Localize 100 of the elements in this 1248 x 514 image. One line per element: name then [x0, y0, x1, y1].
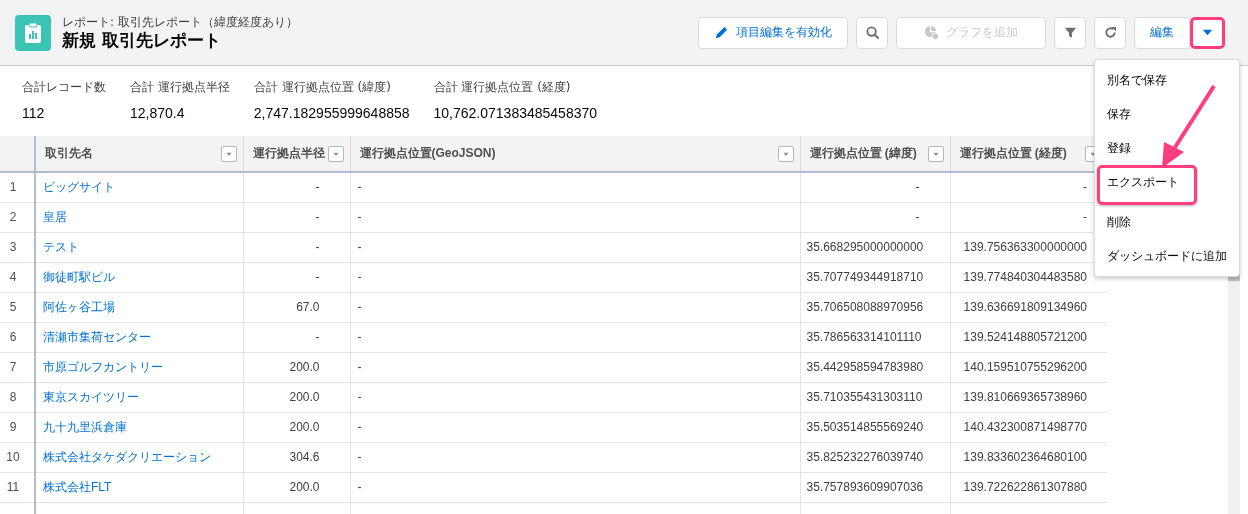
row-number: 10: [6, 450, 20, 464]
row-number: 4: [9, 270, 17, 284]
report-type-label: レポート: 取引先レポート（緯度経度あり）: [62, 14, 298, 30]
column-menu-button[interactable]: [220, 145, 237, 162]
table-cell: 67.0: [296, 300, 320, 314]
table-cell: 35.442958594783980: [806, 360, 924, 374]
summary-value: 12,870.4: [130, 104, 186, 123]
table-cell: 139.756363300000000: [963, 240, 1087, 254]
row-number: 8: [9, 390, 17, 404]
row-number: 5: [9, 300, 17, 314]
row-number: 7: [9, 360, 17, 374]
account-link[interactable]: テスト: [43, 239, 79, 254]
summary-value: 10,762.071383485458370: [433, 104, 598, 123]
table-cell: -: [315, 240, 320, 254]
table-cell: 139.833602364680100: [963, 450, 1087, 464]
table-cell: 200.0: [289, 390, 320, 404]
table-cell: -: [1083, 210, 1087, 224]
summary-value: 112: [22, 104, 46, 123]
toolbar-button[interactable]: 項目編集を有効化: [698, 16, 848, 49]
row-number: 6: [9, 330, 17, 344]
table-cell: 140.432300871498770: [963, 420, 1087, 434]
summary-label: 合計レコード数: [22, 79, 106, 95]
table-cell: 200.0: [289, 420, 320, 434]
menu-item[interactable]: 削除: [1097, 205, 1237, 239]
account-link[interactable]: ビッグサイト: [43, 179, 115, 194]
summary-label: 合計 運行拠点半径: [130, 79, 230, 95]
table-cell: -: [357, 360, 362, 374]
search-button[interactable]: [856, 16, 888, 49]
refresh-icon: [1102, 25, 1118, 40]
table-cell: -: [357, 420, 362, 434]
account-link[interactable]: 皇居: [43, 209, 67, 224]
row-number: 3: [9, 240, 17, 254]
refresh-button[interactable]: [1094, 16, 1126, 49]
row-number: 2: [9, 210, 17, 224]
table-cell: 304.6: [289, 450, 320, 464]
row-number: 1: [9, 180, 17, 195]
column-menu-button[interactable]: [927, 145, 944, 162]
row-number: 11: [6, 480, 20, 494]
summary-label: 合計 運行拠点位置 (緯度): [253, 79, 392, 95]
edit-button[interactable]: 編集: [1134, 16, 1190, 49]
table-cell: 35.706508088970956: [806, 300, 924, 314]
table-cell: -: [357, 240, 362, 254]
search-icon: [864, 25, 880, 40]
table-cell: 35.786563314101110: [806, 330, 922, 344]
column-header: 取引先名: [45, 145, 93, 162]
table-cell: -: [357, 270, 362, 284]
report-icon: [15, 14, 51, 51]
summary-label: 合計 運行拠点位置 (経度): [433, 79, 572, 95]
table-cell: 35.757893609907036: [806, 480, 924, 494]
table-cell: 139.722622861307880: [963, 480, 1087, 494]
table-cell: 200.0: [289, 480, 320, 494]
table-cell: -: [315, 210, 320, 224]
table-cell: -: [315, 270, 320, 284]
row-number: 9: [9, 420, 17, 434]
table-cell: -: [357, 330, 362, 344]
menu-item[interactable]: 保存: [1097, 97, 1237, 131]
table-cell: -: [357, 390, 362, 404]
pencil-icon: [714, 25, 729, 40]
table-cell: 35.825232276039740: [806, 450, 924, 464]
table-cell: 35.668295000000000: [806, 240, 924, 254]
table-cell: -: [357, 180, 362, 195]
column-menu-button[interactable]: [327, 145, 344, 162]
column-menu-button[interactable]: [777, 145, 794, 162]
filter-button[interactable]: [1054, 16, 1086, 49]
table-cell: 35.707749344918710: [806, 270, 924, 284]
menu-item[interactable]: 登録: [1097, 131, 1237, 165]
account-link[interactable]: 九十九里浜倉庫: [43, 419, 127, 434]
column-header: 運行拠点位置 (経度): [959, 145, 1067, 162]
table-cell: 139.774840304483580: [963, 270, 1087, 284]
menu-item[interactable]: 別名で保存: [1097, 63, 1237, 97]
table-cell: -: [357, 480, 362, 494]
table-cell: -: [315, 180, 320, 195]
account-link[interactable]: 株式会社タケダクリエーション: [43, 449, 211, 464]
table-cell: -: [1083, 180, 1087, 195]
more-actions-button[interactable]: [1190, 16, 1225, 49]
account-link[interactable]: 御徒町駅ビル: [43, 269, 115, 284]
account-link[interactable]: 清瀬市集荷センター: [43, 329, 151, 344]
table-cell: -: [915, 180, 920, 195]
summary-value: 2,747.182955999648858: [253, 104, 410, 123]
column-header: 運行拠点位置 (緯度): [809, 145, 917, 162]
table-cell: -: [357, 450, 362, 464]
table-cell: 139.810669365738960: [963, 390, 1087, 404]
table-cell: 140.159510755296200: [963, 360, 1087, 374]
account-link[interactable]: 株式会社FLT: [43, 479, 112, 494]
account-link[interactable]: 東京スカイツリー: [43, 389, 139, 404]
table-cell: 139.636691809134960: [963, 300, 1087, 314]
table-cell: 200.0: [289, 360, 320, 374]
menu-item[interactable]: ダッシュボードに追加: [1097, 239, 1237, 273]
chart-icon: [924, 25, 939, 40]
table-cell: -: [357, 210, 362, 224]
table-cell: -: [357, 300, 362, 314]
menu-item[interactable]: エクスポート: [1097, 165, 1197, 205]
column-header: 運行拠点半径: [252, 145, 325, 162]
account-link[interactable]: 阿佐ヶ谷工場: [43, 299, 115, 314]
table-cell: 35.710355431303110: [806, 390, 923, 404]
account-link[interactable]: 市原ゴルフカントリー: [43, 359, 163, 374]
column-header: 運行拠点位置(GeoJSON): [359, 145, 496, 162]
table-cell: -: [915, 210, 920, 224]
table-cell: 139.524148805721200: [963, 330, 1087, 344]
table-cell: 35.503514855569240: [806, 420, 924, 434]
